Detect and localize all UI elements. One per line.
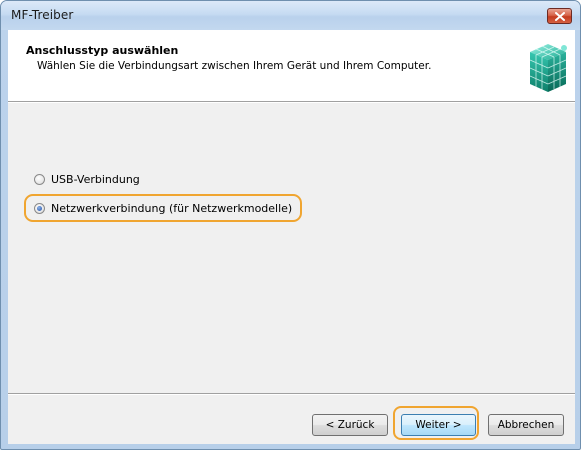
network-cube-icon — [529, 44, 567, 92]
window-title: MF-Treiber — [11, 8, 74, 22]
network-connection-option[interactable]: Netzwerkverbindung (für Netzwerkmodelle) — [24, 194, 303, 222]
close-button[interactable] — [547, 8, 572, 24]
title-bar[interactable]: MF-Treiber — [1, 1, 580, 30]
close-icon — [555, 12, 565, 21]
wizard-header: Anschlusstyp auswählen Wählen Sie die Ve… — [8, 30, 575, 101]
page-subtitle: Wählen Sie die Verbindungsart zwischen I… — [37, 60, 432, 72]
next-button[interactable]: Weiter > — [401, 414, 476, 436]
button-bar: < Zurück Weiter > Abbrechen — [8, 395, 575, 444]
page-title: Anschlusstyp auswählen — [26, 44, 179, 57]
cancel-button[interactable]: Abbrechen — [488, 414, 564, 436]
options-panel: USB-Verbindung Netzwerkverbindung (für N… — [8, 103, 575, 393]
usb-radio-button[interactable] — [34, 173, 45, 185]
dialog-window: MF-Treiber Anschlusstyp auswählen Wählen… — [0, 0, 581, 450]
usb-connection-option[interactable]: USB-Verbindung — [34, 168, 140, 190]
back-button[interactable]: < Zurück — [312, 414, 388, 436]
usb-option-label[interactable]: USB-Verbindung — [51, 173, 140, 186]
network-option-label[interactable]: Netzwerkverbindung (für Netzwerkmodelle) — [51, 202, 292, 215]
network-radio-button[interactable] — [34, 202, 45, 214]
